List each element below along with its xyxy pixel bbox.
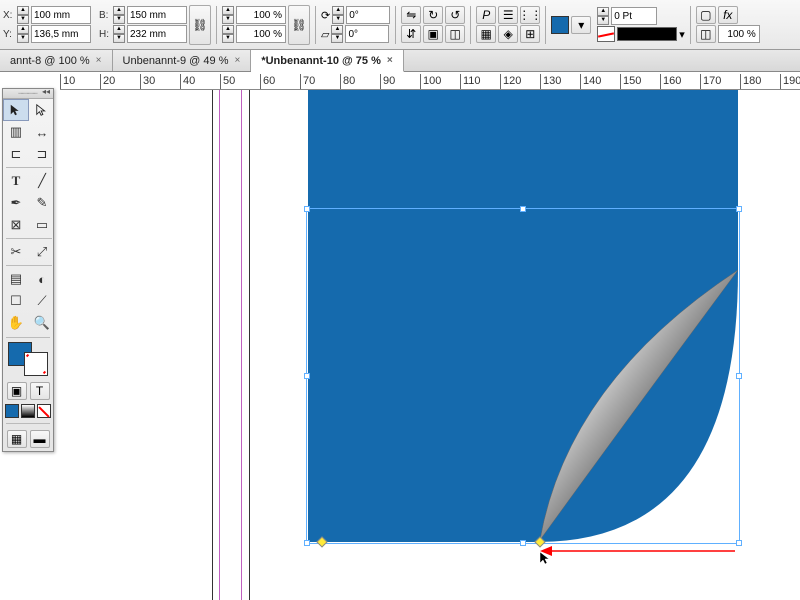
fill-stroke-proxy[interactable]: [8, 342, 48, 376]
pathfinder-icon[interactable]: ◈: [498, 25, 518, 43]
scalex-input[interactable]: [236, 6, 286, 24]
apply-gradient-icon[interactable]: [21, 404, 35, 418]
tab-doc-2[interactable]: Unbenannt-9 @ 49 %×: [113, 50, 252, 71]
rectangle-tool[interactable]: ▭: [29, 214, 55, 236]
constrain-icon[interactable]: ⛓: [189, 5, 211, 45]
close-icon[interactable]: ×: [387, 55, 393, 66]
transform-icon[interactable]: ⊞: [520, 25, 540, 43]
eyedropper-tool[interactable]: ⟋: [29, 290, 55, 312]
rotate-icon: ⟳: [321, 9, 330, 22]
pen-tool[interactable]: ✒: [3, 192, 29, 214]
rotate-ccw-icon[interactable]: ↺: [445, 6, 465, 24]
effects-icon[interactable]: ▢: [696, 6, 716, 24]
rotation-input[interactable]: [346, 6, 390, 24]
view-mode-preview-icon[interactable]: ▬: [30, 430, 50, 448]
opacity-input[interactable]: [718, 25, 760, 43]
w-label: B:: [99, 10, 111, 21]
fx-icon[interactable]: fx: [718, 6, 738, 24]
free-transform-tool[interactable]: ⤢: [29, 241, 55, 263]
x-input[interactable]: [31, 6, 91, 24]
x-label: X:: [3, 10, 15, 21]
selection-tool[interactable]: [3, 99, 29, 121]
select-container-icon[interactable]: ▣: [423, 25, 443, 43]
zoom-tool[interactable]: 🔍: [29, 312, 55, 334]
shear-input[interactable]: [345, 25, 389, 43]
hand-tool[interactable]: ✋: [3, 312, 29, 334]
line-tool[interactable]: ╱: [29, 170, 55, 192]
apply-none-icon[interactable]: [37, 404, 51, 418]
h-input[interactable]: [127, 25, 187, 43]
tab-doc-1[interactable]: annt-8 @ 100 %×: [0, 50, 113, 71]
apply-color-icon[interactable]: [5, 404, 19, 418]
h-spinner[interactable]: ▲▼: [113, 25, 125, 43]
page-edge: [212, 90, 213, 600]
shear-icon: ▱: [321, 28, 329, 41]
panel-grip[interactable]: ┈┈┈┈: [3, 89, 53, 99]
w-input[interactable]: [127, 6, 187, 24]
flip-h-icon[interactable]: ⇋: [401, 6, 421, 24]
h-label: H:: [99, 29, 111, 40]
y-input[interactable]: [31, 25, 91, 43]
content-collector-tool[interactable]: ⊏: [3, 143, 29, 165]
type-tool[interactable]: T: [3, 170, 29, 192]
guide-vertical[interactable]: [241, 90, 242, 600]
document-tabs: annt-8 @ 100 %× Unbenannt-9 @ 49 %× *Unb…: [0, 50, 800, 72]
wrap-icon[interactable]: ▦: [476, 25, 496, 43]
cursor-icon: [538, 550, 554, 566]
view-mode-normal-icon[interactable]: ▦: [7, 430, 27, 448]
guide-vertical[interactable]: [219, 90, 220, 600]
scalex-spinner[interactable]: ▲▼: [222, 6, 234, 24]
distribute-icon[interactable]: ⋮⋮: [520, 6, 540, 24]
stroke-none-swatch[interactable]: [597, 26, 615, 42]
format-text-icon[interactable]: T: [30, 382, 50, 400]
align-icon[interactable]: ☰: [498, 6, 518, 24]
canvas[interactable]: [60, 90, 800, 600]
stroke-spinner[interactable]: ▲▼: [597, 7, 609, 25]
y-label: Y:: [3, 29, 15, 40]
page-edge: [249, 90, 250, 600]
close-icon[interactable]: ×: [234, 55, 240, 66]
rot-spinner[interactable]: ▲▼: [332, 6, 344, 24]
direct-selection-tool[interactable]: [29, 99, 55, 121]
fill-menu-icon[interactable]: ▾: [571, 16, 591, 34]
pencil-tool[interactable]: ✎: [29, 192, 55, 214]
stroke-style-dropdown[interactable]: [617, 27, 677, 41]
flip-v-icon[interactable]: ⇵: [401, 25, 421, 43]
w-spinner[interactable]: ▲▼: [113, 6, 125, 24]
scaley-spinner[interactable]: ▲▼: [222, 25, 234, 43]
tab-doc-3[interactable]: *Unbenannt-10 @ 75 %×: [251, 50, 403, 72]
char-style-icon[interactable]: P: [476, 6, 496, 24]
x-spinner[interactable]: ▲▼: [17, 6, 29, 24]
close-icon[interactable]: ×: [96, 55, 102, 66]
gradient-feather-tool[interactable]: ◐: [29, 268, 55, 290]
stroke-weight-input[interactable]: [611, 7, 657, 25]
rotate-cw-icon[interactable]: ↻: [423, 6, 443, 24]
scissors-tool[interactable]: ✂: [3, 241, 29, 263]
page-tool[interactable]: ▥: [3, 121, 29, 143]
fill-swatch[interactable]: [551, 16, 569, 34]
annotation-arrow: [540, 544, 740, 558]
stroke-proxy[interactable]: [24, 352, 48, 376]
opacity-icon[interactable]: ◫: [696, 25, 716, 43]
gap-tool[interactable]: ↔: [29, 121, 55, 143]
rectangle-frame-tool[interactable]: ⊠: [3, 214, 29, 236]
content-placer-tool[interactable]: ⊐: [29, 143, 55, 165]
ruler-horizontal[interactable]: 1020304050607080901001101201301401501601…: [60, 74, 800, 90]
dropdown-icon: ▾: [679, 28, 685, 41]
note-tool[interactable]: ☐: [3, 290, 29, 312]
shear-spinner[interactable]: ▲▼: [331, 25, 343, 43]
page-curl-object[interactable]: [308, 90, 738, 552]
format-container-icon[interactable]: ▣: [7, 382, 27, 400]
select-content-icon[interactable]: ◫: [445, 25, 465, 43]
y-spinner[interactable]: ▲▼: [17, 25, 29, 43]
tools-panel: ┈┈┈┈ ▥ ↔ ⊏ ⊐ T ╱ ✒ ✎ ⊠ ▭ ✂ ⤢ ▤ ◐ ☐ ⟋ ✋ 🔍…: [2, 88, 54, 452]
gradient-swatch-tool[interactable]: ▤: [3, 268, 29, 290]
scaley-input[interactable]: [236, 25, 286, 43]
constrain-scale-icon[interactable]: ⛓: [288, 5, 310, 45]
